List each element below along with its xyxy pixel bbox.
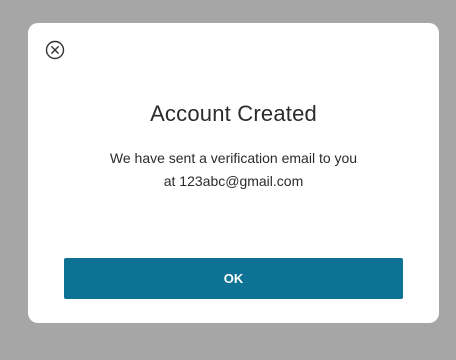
close-circle-icon — [45, 40, 65, 60]
dialog-message: We have sent a verification email to you… — [28, 147, 439, 193]
ok-button[interactable]: OK — [64, 258, 403, 299]
message-line-1: We have sent a verification email to you — [109, 150, 358, 166]
close-button[interactable] — [45, 40, 65, 60]
account-created-dialog: Account Created We have sent a verificat… — [28, 23, 439, 323]
message-line-2: at 123abc@gmail.com — [163, 173, 304, 189]
dialog-title: Account Created — [150, 101, 317, 126]
